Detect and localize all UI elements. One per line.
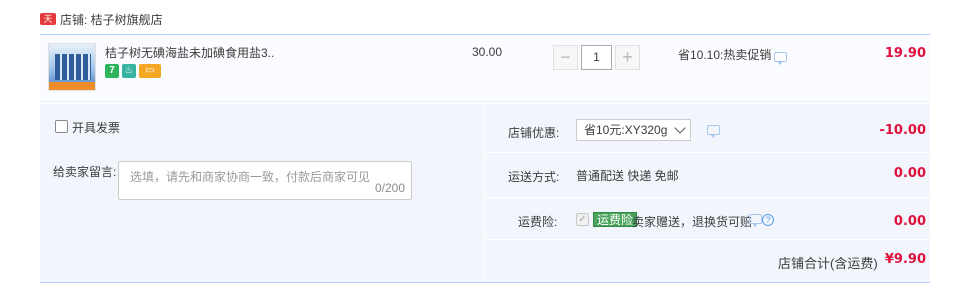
insurance-amount: 0.00 — [893, 214, 926, 229]
shipping-insurance-label: 运费险: — [518, 215, 558, 229]
summary-divider — [485, 239, 930, 240]
store-name[interactable]: 店铺: 桔子树旗舰店 — [60, 12, 163, 28]
store-total-label: 店铺合计(含运费) — [778, 256, 878, 271]
seller-message-placeholder: 选填，请先和商家协商一致，付款后商家可见 — [130, 170, 371, 184]
seller-message-counter: 0/200 — [374, 181, 405, 195]
service-badge-icon[interactable]: ♨ — [122, 64, 136, 78]
product-thumbnail[interactable] — [48, 43, 96, 91]
invoice-label: 开具发票 — [72, 121, 121, 135]
quantity-increase-button[interactable]: + — [615, 45, 640, 70]
promotion-chat-icon[interactable] — [774, 52, 787, 65]
quantity-stepper: − 1 + — [553, 45, 640, 70]
summary-divider — [485, 197, 930, 198]
store-discount-selected: 省10元:XY320g — [584, 123, 668, 137]
credit-card-icon[interactable]: ▭ — [139, 64, 161, 78]
insurance-chat-icon[interactable] — [749, 214, 762, 227]
shipping-method-value: 普通配送 快递 免邮 — [576, 169, 679, 183]
quantity-decrease-button[interactable]: − — [553, 45, 578, 70]
shipping-insurance-text: 卖家赠送，退换货可赔 — [632, 215, 753, 229]
product-image-packages — [55, 54, 91, 80]
shipping-method-label: 运送方式: — [508, 170, 560, 184]
discount-chat-icon[interactable] — [707, 125, 720, 138]
shipping-insurance-checkbox[interactable]: ✓ — [576, 213, 589, 226]
shipping-insurance-tag: 运费险 — [593, 212, 638, 227]
chevron-down-icon — [674, 122, 686, 134]
discount-amount: -10.00 — [879, 123, 926, 138]
store-discount-select[interactable]: 省10元:XY320g — [576, 119, 691, 141]
invoice-checkbox[interactable] — [55, 120, 68, 133]
order-footer-line — [40, 282, 930, 283]
item-subtotal: 19.90 — [884, 46, 926, 61]
quantity-input[interactable]: 1 — [581, 45, 612, 70]
seller-message-input[interactable]: 选填，请先和商家协商一致，付款后商家可见 0/200 — [118, 161, 412, 200]
unit-price: 30.00 — [472, 45, 503, 59]
promotion-text: 省10.10:热卖促销 — [678, 48, 772, 62]
shipping-amount: 0.00 — [893, 166, 926, 181]
tmall-store-tag-icon: 天猫 — [40, 13, 56, 36]
seller-message-label: 给卖家留言: — [53, 165, 117, 179]
help-icon[interactable]: ? — [762, 214, 774, 226]
store-discount-label: 店铺优惠: — [508, 126, 560, 140]
store-total-value: ¥9.90 — [884, 252, 926, 267]
summary-divider — [485, 152, 930, 153]
product-title-link[interactable]: 桔子树无碘海盐未加碘食用盐3... — [105, 45, 275, 61]
product-image-band — [49, 82, 95, 90]
seven-day-return-icon[interactable]: 7 — [105, 64, 119, 78]
